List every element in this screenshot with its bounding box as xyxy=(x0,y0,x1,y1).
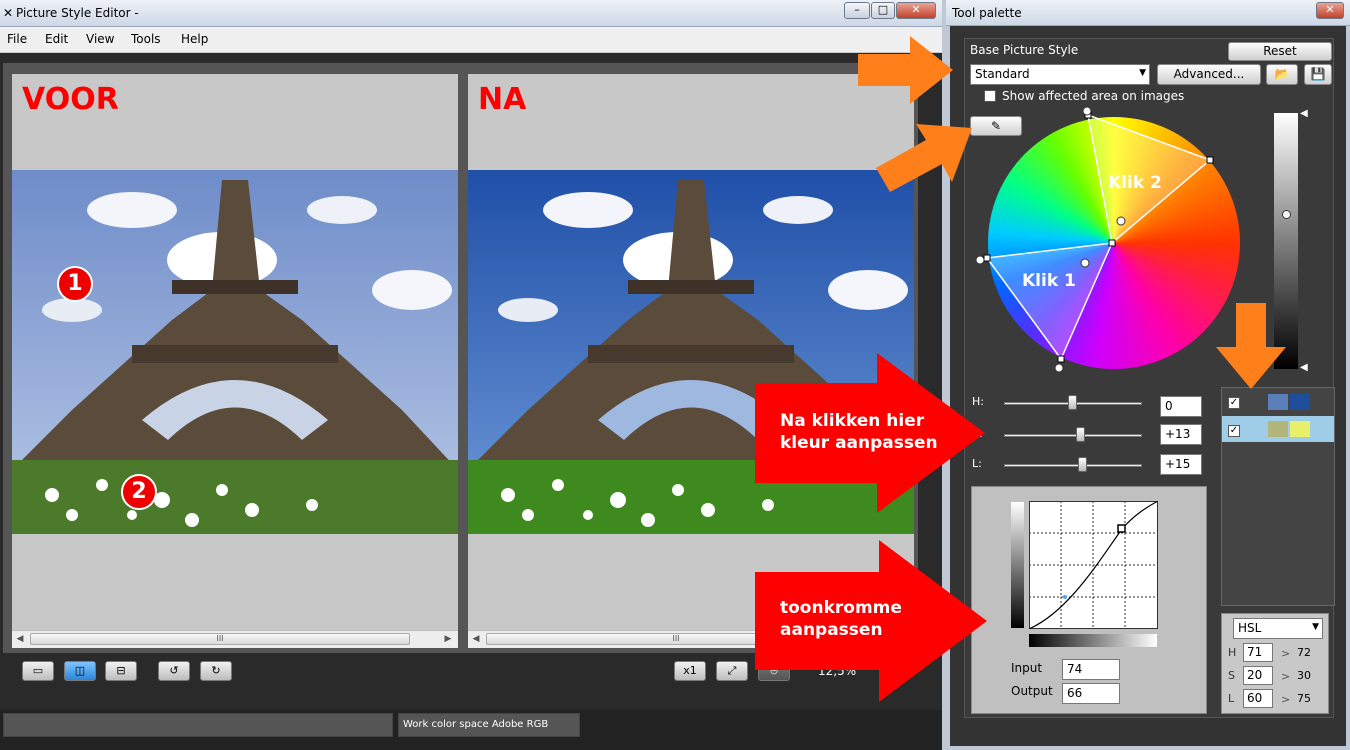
curve-vertical-gradient xyxy=(1011,502,1024,628)
base-style-label: Base Picture Style xyxy=(970,43,1079,57)
palette-close-button[interactable]: ✕ xyxy=(1316,2,1344,19)
orange-arrow-1-icon xyxy=(858,36,953,104)
hsl-from-field: 71 xyxy=(1243,643,1273,662)
before-scrollbar[interactable]: ◀ III ▶ xyxy=(12,630,458,648)
hsl-arrow: > xyxy=(1281,647,1291,660)
editor-titlebar: ✕ Picture Style Editor - – □ ✕ xyxy=(0,0,942,27)
scroll-left-icon[interactable]: ◀ xyxy=(14,633,26,645)
hsl-from-field: 60 xyxy=(1243,689,1273,708)
scroll-thumb[interactable]: III xyxy=(30,633,410,645)
view-single-button[interactable]: ▭ xyxy=(22,661,54,681)
style-select[interactable]: Standard ▼ xyxy=(970,64,1150,85)
tone-curve-graph[interactable] xyxy=(1029,501,1158,629)
editor-title: Picture Style Editor - xyxy=(16,6,139,20)
minimize-button[interactable]: – xyxy=(844,2,870,19)
before-label: VOOR xyxy=(22,82,119,117)
s-slider[interactable] xyxy=(1004,434,1142,437)
lum-top-handle-icon[interactable]: ◀ xyxy=(1300,108,1308,119)
chevron-down-icon: ▼ xyxy=(1312,622,1319,632)
close-button[interactable]: ✕ xyxy=(896,2,936,19)
hsl-row-key: L xyxy=(1228,692,1235,705)
rotate-right-button[interactable]: ↻ xyxy=(200,661,232,681)
color-adjust-tip: Na klikken hier kleur aanpassen xyxy=(780,411,938,453)
chevron-down-icon: ▼ xyxy=(1139,68,1146,78)
orange-arrow-3-icon xyxy=(1216,303,1286,389)
menu-tools[interactable]: Tools xyxy=(131,32,161,46)
menu-file[interactable]: File xyxy=(7,32,27,46)
s-slider-knob[interactable] xyxy=(1076,427,1085,442)
show-affected-label: Show affected area on images xyxy=(1002,89,1185,103)
color-mode-select[interactable]: HSL ▼ xyxy=(1233,618,1323,639)
fit-window-button[interactable]: ⤢ xyxy=(716,661,748,681)
wheel-label-klik1: Klik 1 xyxy=(1022,271,1076,291)
orange-arrow-2-icon xyxy=(876,124,972,192)
menubar: File Edit View Tools Help xyxy=(0,27,942,53)
lum-bottom-handle-icon[interactable]: ◀ xyxy=(1300,362,1308,373)
advanced-button[interactable]: Advanced... xyxy=(1157,64,1261,85)
l-slider-knob[interactable] xyxy=(1078,457,1087,472)
hsl-to-value: 30 xyxy=(1297,669,1311,682)
zoom-x1-button[interactable]: x1 xyxy=(674,661,706,681)
view-split-button[interactable]: ◫ xyxy=(64,661,96,681)
palette-titlebar: Tool palette ✕ xyxy=(946,0,1350,26)
hsl-to-value: 72 xyxy=(1297,646,1311,659)
scroll-right-icon[interactable]: ▶ xyxy=(442,633,454,645)
curve-adjust-tip: toonkromme aanpassen xyxy=(780,598,902,640)
open-file-button[interactable]: 📂 xyxy=(1266,64,1298,85)
output-label: Output xyxy=(1011,684,1053,698)
swatch-before xyxy=(1268,394,1288,410)
hsl-to-value: 75 xyxy=(1297,692,1311,705)
style-select-value: Standard xyxy=(975,67,1030,81)
l-slider[interactable] xyxy=(1004,464,1142,467)
marker-1: 1 xyxy=(57,266,93,302)
status-colorspace: Work color space Adobe RGB xyxy=(398,713,580,737)
rotate-left-button[interactable]: ↺ xyxy=(158,661,190,681)
view-horizontal-button[interactable]: ⊟ xyxy=(105,661,137,681)
menu-edit[interactable]: Edit xyxy=(45,32,68,46)
output-value-field[interactable]: 66 xyxy=(1062,683,1120,704)
menu-view[interactable]: View xyxy=(86,32,114,46)
swatch-after xyxy=(1290,421,1310,437)
app-icon: ✕ xyxy=(3,6,14,20)
swatch-after xyxy=(1290,394,1310,410)
hsl-row-key: S xyxy=(1228,669,1235,682)
before-photo xyxy=(12,170,458,534)
wheel-label-klik2: Klik 2 xyxy=(1108,173,1162,193)
show-affected-checkbox[interactable] xyxy=(984,90,996,102)
maximize-button[interactable]: □ xyxy=(871,2,895,19)
menu-help[interactable]: Help xyxy=(181,32,208,46)
curve-horizontal-gradient xyxy=(1029,634,1157,647)
hsl-arrow: > xyxy=(1281,670,1291,683)
color-item-checkbox[interactable]: ✓ xyxy=(1228,425,1240,437)
hsl-row-key: H xyxy=(1228,646,1237,659)
input-label: Input xyxy=(1011,661,1043,675)
after-label: NA xyxy=(478,82,527,117)
swatch-before xyxy=(1268,421,1288,437)
color-item-checkbox[interactable]: ✓ xyxy=(1228,397,1240,409)
wheel-overlay xyxy=(975,106,1214,373)
scroll-left-icon[interactable]: ◀ xyxy=(470,633,482,645)
hsl-from-field: 20 xyxy=(1243,666,1273,685)
save-button[interactable]: 💾 xyxy=(1304,64,1332,85)
lum-handle[interactable] xyxy=(1282,210,1291,219)
input-value-field[interactable]: 74 xyxy=(1062,659,1120,680)
hsl-arrow: > xyxy=(1281,693,1291,706)
h-slider-knob[interactable] xyxy=(1068,395,1077,410)
s-value-field[interactable]: +13 xyxy=(1160,424,1202,445)
l-value-field[interactable]: +15 xyxy=(1160,454,1202,475)
color-mode-value: HSL xyxy=(1238,621,1262,635)
marker-2: 2 xyxy=(121,474,157,510)
palette-title: Tool palette xyxy=(952,6,1022,20)
reset-button[interactable]: Reset xyxy=(1228,42,1332,61)
status-field-1 xyxy=(3,713,393,737)
h-value-field[interactable]: 0 xyxy=(1160,396,1202,417)
